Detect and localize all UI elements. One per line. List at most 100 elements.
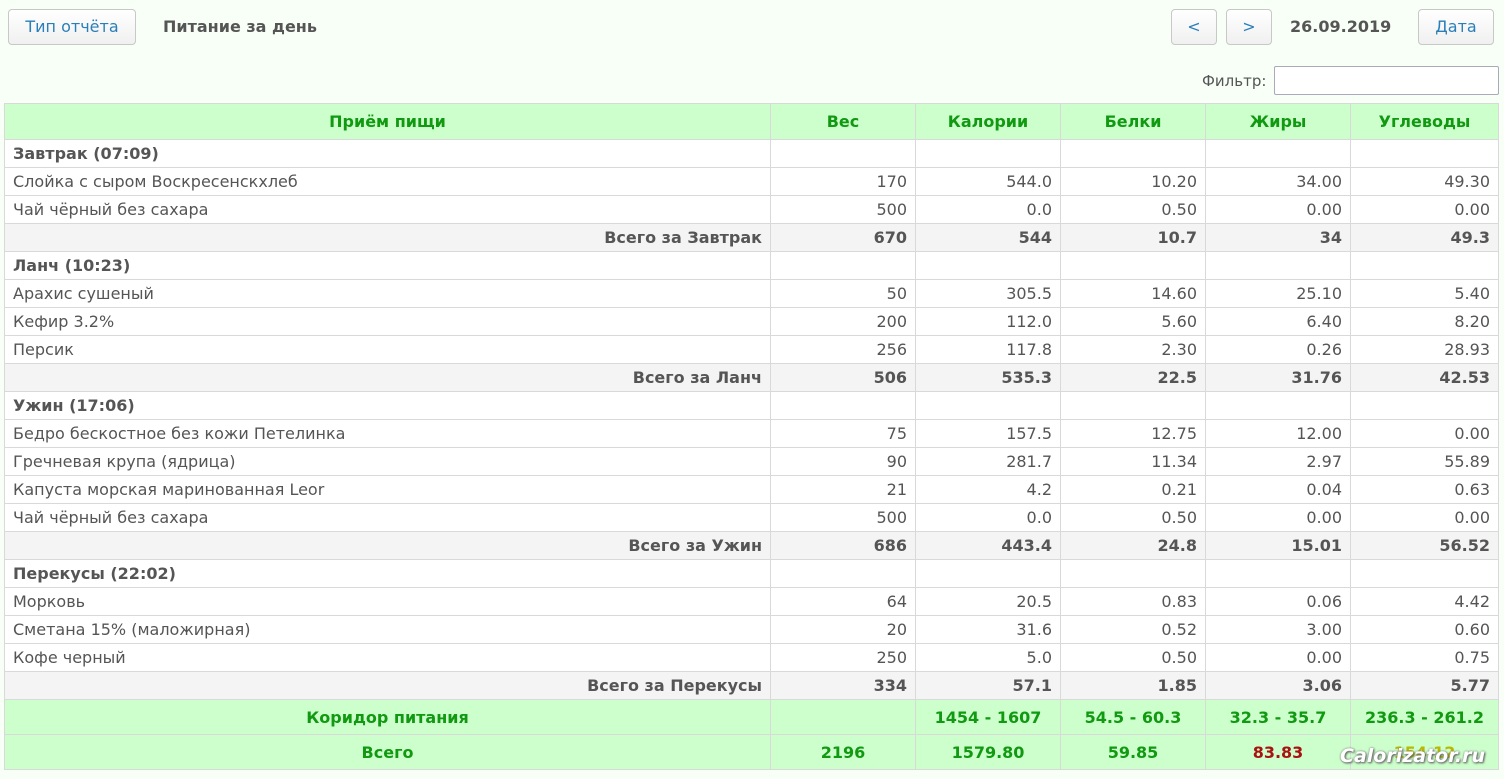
subtotal-carbs-cell: 42.53 — [1350, 363, 1499, 392]
carbs-cell: 0.00 — [1350, 195, 1499, 224]
meal-name: Завтрак (07:09) — [4, 139, 771, 168]
subtotal-fat-cell: 34 — [1205, 223, 1351, 252]
grand-total-weight-cell: 2196 — [770, 734, 916, 770]
corridor-protein-cell: 54.5 - 60.3 — [1060, 699, 1206, 735]
food-item-row[interactable]: Арахис сушеный 50 305.5 14.60 25.10 5.40 — [4, 279, 1499, 308]
subtotal-carbs-cell: 49.3 — [1350, 223, 1499, 252]
weight-cell: 21 — [770, 475, 916, 504]
fat-cell: 0.00 — [1205, 195, 1351, 224]
column-header-protein[interactable]: Белки — [1060, 103, 1206, 140]
top-toolbar: Тип отчёта Питание за день < > 26.09.201… — [0, 0, 1504, 56]
empty-cell — [915, 251, 1061, 280]
subtotal-weight-cell: 334 — [770, 671, 916, 700]
carbs-cell: 0.63 — [1350, 475, 1499, 504]
grand-total-fat-cell: 83.83 — [1205, 734, 1351, 770]
calories-cell: 5.0 — [915, 643, 1061, 672]
grand-total-label: Всего — [4, 734, 771, 770]
food-item-row[interactable]: Слойка с сыром Воскресенскхлеб 170 544.0 10… — [4, 167, 1499, 196]
weight-cell: 50 — [770, 279, 916, 308]
food-name[interactable]: Слойка с сыром Воскресенскхлеб — [4, 167, 771, 196]
food-item-row[interactable]: Чай чёрный без сахара 500 0.0 0.50 0.00 0.00 — [4, 503, 1499, 532]
food-name[interactable]: Чай чёрный без сахара — [4, 503, 771, 532]
carbs-cell: 28.93 — [1350, 335, 1499, 364]
filter-input[interactable] — [1274, 66, 1499, 95]
meal-subtotal-row: Всего за Ужин 686 443.4 24.8 15.01 56.52 — [4, 531, 1499, 560]
meal-subtotal-row: Всего за Перекусы 334 57.1 1.85 3.06 5.77 — [4, 671, 1499, 700]
page-title: Питание за день — [163, 17, 317, 36]
meal-name: Ланч (10:23) — [4, 251, 771, 280]
subtotal-label: Всего за Завтрак — [4, 223, 771, 252]
empty-cell — [770, 559, 916, 588]
calories-cell: 544.0 — [915, 167, 1061, 196]
food-name[interactable]: Персик — [4, 335, 771, 364]
food-name[interactable]: Капуста морская маринованная Leor — [4, 475, 771, 504]
empty-cell — [1350, 251, 1499, 280]
column-header-fat[interactable]: Жиры — [1205, 103, 1351, 140]
food-item-row[interactable]: Кофе черный 250 5.0 0.50 0.00 0.75 — [4, 643, 1499, 672]
food-name[interactable]: Бедро бескостное без кожи Петелинка — [4, 419, 771, 448]
fat-cell: 0.00 — [1205, 503, 1351, 532]
empty-cell — [915, 391, 1061, 420]
subtotal-calories-cell: 535.3 — [915, 363, 1061, 392]
food-name[interactable]: Морковь — [4, 587, 771, 616]
food-item-row[interactable]: Бедро бескостное без кожи Петелинка 75 157… — [4, 419, 1499, 448]
food-name[interactable]: Сметана 15% (маложирная) — [4, 615, 771, 644]
empty-cell — [770, 251, 916, 280]
subtotal-weight-cell: 670 — [770, 223, 916, 252]
carbs-cell: 0.60 — [1350, 615, 1499, 644]
food-name[interactable]: Арахис сушеный — [4, 279, 771, 308]
calories-cell: 157.5 — [915, 419, 1061, 448]
empty-cell — [1350, 391, 1499, 420]
column-header-carbs[interactable]: Углеводы — [1350, 103, 1499, 140]
food-item-row[interactable]: Чай чёрный без сахара 500 0.0 0.50 0.00 0.00 — [4, 195, 1499, 224]
empty-cell — [1205, 391, 1351, 420]
column-header-meal[interactable]: Приём пищи — [4, 103, 771, 140]
meal-subtotal-row: Всего за Ланч 506 535.3 22.5 31.76 42.53 — [4, 363, 1499, 392]
protein-cell: 14.60 — [1060, 279, 1206, 308]
protein-cell: 0.52 — [1060, 615, 1206, 644]
subtotal-protein-cell: 24.8 — [1060, 531, 1206, 560]
food-item-row[interactable]: Кефир 3.2% 200 112.0 5.60 6.40 8.20 — [4, 307, 1499, 336]
food-name[interactable]: Кофе черный — [4, 643, 771, 672]
next-day-button[interactable]: > — [1226, 9, 1272, 45]
protein-cell: 0.50 — [1060, 195, 1206, 224]
food-item-row[interactable]: Морковь 64 20.5 0.83 0.06 4.42 — [4, 587, 1499, 616]
calories-cell: 281.7 — [915, 447, 1061, 476]
corridor-weight-cell — [770, 699, 916, 735]
watermark-logo: Calorizator.ru — [1340, 745, 1486, 767]
fat-cell: 0.04 — [1205, 475, 1351, 504]
empty-cell — [1205, 559, 1351, 588]
corridor-fat-cell: 32.3 - 35.7 — [1205, 699, 1351, 735]
protein-cell: 0.21 — [1060, 475, 1206, 504]
food-name[interactable]: Чай чёрный без сахара — [4, 195, 771, 224]
food-item-row[interactable]: Сметана 15% (маложирная) 20 31.6 0.52 3.00 0.… — [4, 615, 1499, 644]
subtotal-label: Всего за Ужин — [4, 531, 771, 560]
report-type-button[interactable]: Тип отчёта — [8, 9, 136, 45]
meal-name: Ужин (17:06) — [4, 391, 771, 420]
calories-cell: 20.5 — [915, 587, 1061, 616]
subtotal-label: Всего за Ланч — [4, 363, 771, 392]
food-item-row[interactable]: Персик 256 117.8 2.30 0.26 28.93 — [4, 335, 1499, 364]
carbs-cell: 8.20 — [1350, 307, 1499, 336]
subtotal-protein-cell: 1.85 — [1060, 671, 1206, 700]
prev-day-button[interactable]: < — [1171, 9, 1217, 45]
food-name[interactable]: Кефир 3.2% — [4, 307, 771, 336]
filter-label: Фильтр: — [1202, 72, 1267, 90]
food-item-row[interactable]: Гречневая крупа (ядрица) 90 281.7 11.34 2.97… — [4, 447, 1499, 476]
empty-cell — [1060, 251, 1206, 280]
protein-cell: 5.60 — [1060, 307, 1206, 336]
carbs-cell: 0.75 — [1350, 643, 1499, 672]
subtotal-protein-cell: 10.7 — [1060, 223, 1206, 252]
food-name[interactable]: Гречневая крупа (ядрица) — [4, 447, 771, 476]
fat-cell: 0.26 — [1205, 335, 1351, 364]
date-picker-button[interactable]: Дата — [1418, 9, 1494, 45]
empty-cell — [1205, 251, 1351, 280]
column-header-calories[interactable]: Калории — [915, 103, 1061, 140]
grand-total-protein-cell: 59.85 — [1060, 734, 1206, 770]
fat-cell: 2.97 — [1205, 447, 1351, 476]
subtotal-weight-cell: 686 — [770, 531, 916, 560]
subtotal-weight-cell: 506 — [770, 363, 916, 392]
column-header-weight[interactable]: Вес — [770, 103, 916, 140]
food-item-row[interactable]: Капуста морская маринованная Leor 21 4.2 0.… — [4, 475, 1499, 504]
empty-cell — [770, 391, 916, 420]
